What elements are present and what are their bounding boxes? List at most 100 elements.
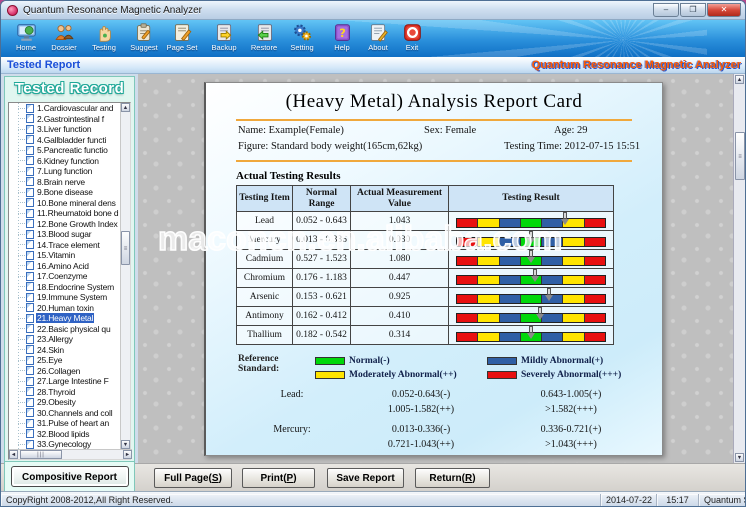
toolbar-about-button[interactable]: About [359, 22, 397, 56]
record-list-item[interactable]: 16.Amino Acid [9, 261, 121, 272]
normal-range-cell: 0.153 - 0.621 [293, 288, 351, 306]
record-list-item[interactable]: 13.Blood sugar [9, 229, 121, 240]
record-list-item[interactable]: 21.Heavy Metal [9, 313, 121, 324]
range-value: 0.336-0.721(+) [496, 424, 646, 435]
toolbar-setting-button[interactable]: Setting [283, 22, 321, 56]
record-list-item[interactable]: 10.Bone mineral dens [9, 198, 121, 209]
content-area: Tested Record 1.Cardiovascular and [1, 74, 746, 463]
testing-item-cell: Lead [237, 212, 293, 230]
record-list-item[interactable]: 33.Gynecology [9, 439, 121, 449]
window-title: Quantum Resonance Magnetic Analyzer [23, 5, 202, 16]
record-list-item[interactable]: 32.Blood lipids [9, 429, 121, 440]
scrollbar-thumb[interactable]: ≡ [121, 231, 130, 265]
close-button[interactable]: ✕ [707, 3, 741, 17]
document-icon [26, 314, 34, 323]
document-icon [26, 324, 34, 333]
scroll-down-icon[interactable]: ▼ [121, 440, 130, 449]
document-icon [26, 167, 34, 176]
return-button[interactable]: Return(R) [415, 468, 490, 488]
testing-result-cell [449, 250, 613, 268]
patient-figure: Figure: Standard body weight(165cm,62kg) [238, 141, 422, 152]
scrollbar-thumb[interactable]: ||| [20, 450, 62, 459]
print-button[interactable]: Print(P) [242, 468, 315, 488]
scroll-right-icon[interactable]: ► [123, 450, 132, 459]
legend-entry: Moderately Abnormal(++) [315, 368, 485, 382]
report-vertical-scrollbar[interactable]: ▲ ≡ ▼ [733, 74, 746, 463]
column-header: Testing Item [237, 186, 293, 211]
home-icon [16, 22, 37, 43]
record-list-item[interactable]: 1.Cardiovascular and [9, 103, 121, 114]
record-list-item[interactable]: 31.Pulse of heart an [9, 418, 121, 429]
toolbar-help-button[interactable]: ? Help [323, 22, 361, 56]
scroll-left-icon[interactable]: ◄ [9, 450, 18, 459]
toolbar-backup-button[interactable]: Backup [205, 22, 243, 56]
record-list-item[interactable]: 3.Liver function [9, 124, 121, 135]
maximize-button[interactable]: ❐ [680, 3, 706, 17]
record-list-item[interactable]: 25.Eye [9, 355, 121, 366]
record-list-item[interactable]: 9.Bone disease [9, 187, 121, 198]
record-list-item[interactable]: 12.Bone Growth Index [9, 219, 121, 230]
record-list-item[interactable]: 18.Endocrine System [9, 282, 121, 293]
record-list-item[interactable]: 17.Coenzyme [9, 271, 121, 282]
tree-connector [18, 286, 25, 287]
scroll-down-icon[interactable]: ▼ [735, 453, 744, 462]
scroll-up-icon[interactable]: ▲ [121, 103, 130, 112]
record-list-item[interactable]: 7.Lung function [9, 166, 121, 177]
result-arrow-icon [536, 307, 544, 321]
record-list-item[interactable]: 26.Collagen [9, 366, 121, 377]
legend-color-swatch [487, 357, 517, 365]
record-listbox: 1.Cardiovascular and 2.Gastrointestinal … [8, 102, 131, 460]
table-body: Lead 0.052 - 0.643 1.043 [237, 212, 613, 345]
tree-connector [18, 433, 25, 434]
record-list-item[interactable]: 27.Large Intestine F [9, 376, 121, 387]
sidebar-vertical-scrollbar[interactable]: ▲ ≡ ▼ [120, 103, 130, 449]
result-arrow-icon [561, 212, 569, 226]
status-bar: CopyRight 2008-2012,All Right Reserved. … [1, 491, 746, 507]
compositive-report-button[interactable]: Compositive Report [11, 466, 129, 487]
bottom-button-bar: Compositive Report Full Page(S) Print(P)… [1, 463, 746, 491]
record-list-item[interactable]: 8.Brain nerve [9, 177, 121, 188]
reference-range-row: Mercury: 0.013-0.336(-) 0.336-0.721(+) [238, 422, 662, 437]
record-list-item[interactable]: 6.Kidney function [9, 156, 121, 167]
document-icon [26, 188, 34, 197]
main-toolbar: Home Dossier Testing Suggest Page Set Ba… [1, 20, 746, 57]
record-list-item[interactable]: 14.Trace element [9, 240, 121, 251]
document-icon [26, 114, 34, 123]
compositive-report-box: Compositive Report [4, 461, 135, 492]
minimize-button[interactable]: ‒ [653, 3, 679, 17]
scroll-up-icon[interactable]: ▲ [735, 75, 744, 84]
toolbar-page-set-button[interactable]: Page Set [163, 22, 201, 56]
testing-hand-icon [94, 22, 115, 43]
reference-range-row: 0.721-1.043(++) >1.043(+++) [238, 437, 662, 452]
record-list-item[interactable]: 2.Gastrointestinal f [9, 114, 121, 125]
results-table: Testing Item Normal Range Actual Measure… [236, 185, 614, 345]
record-list-item[interactable]: 19.Immune System [9, 292, 121, 303]
record-list-item[interactable]: 22.Basic physical qu [9, 324, 121, 335]
toolbar-dossier-button[interactable]: Dossier [45, 22, 83, 56]
record-list-item[interactable]: 11.Rheumatoid bone d [9, 208, 121, 219]
record-list-item[interactable]: 23.Allergy [9, 334, 121, 345]
document-icon [26, 104, 34, 113]
document-icon [26, 251, 34, 260]
record-list-item[interactable]: 15.Vitamin [9, 250, 121, 261]
save-report-button[interactable]: Save Report [327, 468, 404, 488]
toolbar-home-button[interactable]: Home [7, 22, 45, 56]
reference-standard-label: Reference Standard: [238, 354, 315, 382]
record-list-item[interactable]: 28.Thyroid [9, 387, 121, 398]
toolbar-restore-button[interactable]: Restore [245, 22, 283, 56]
toolbar-exit-button[interactable]: Exit [393, 22, 431, 56]
record-list-item[interactable]: 4.Gallbladder functi [9, 135, 121, 146]
toolbar-testing-button[interactable]: Testing [85, 22, 123, 56]
record-list-item[interactable]: 20.Human toxin [9, 303, 121, 314]
tree-connector [18, 444, 25, 445]
sidebar-horizontal-scrollbar[interactable]: ◄ ||| ► [9, 449, 132, 459]
record-list-item[interactable]: 30.Channels and coll [9, 408, 121, 419]
toolbar-suggest-button[interactable]: Suggest [125, 22, 163, 56]
record-list-item[interactable]: 29.Obesity [9, 397, 121, 408]
record-list-item[interactable]: 24.Skin [9, 345, 121, 356]
record-list-item[interactable]: 5.Pancreatic functio [9, 145, 121, 156]
divider-rule [236, 160, 632, 162]
setting-gears-icon [292, 22, 313, 43]
scrollbar-thumb[interactable]: ≡ [735, 132, 745, 180]
full-page-button[interactable]: Full Page(S) [154, 468, 232, 488]
